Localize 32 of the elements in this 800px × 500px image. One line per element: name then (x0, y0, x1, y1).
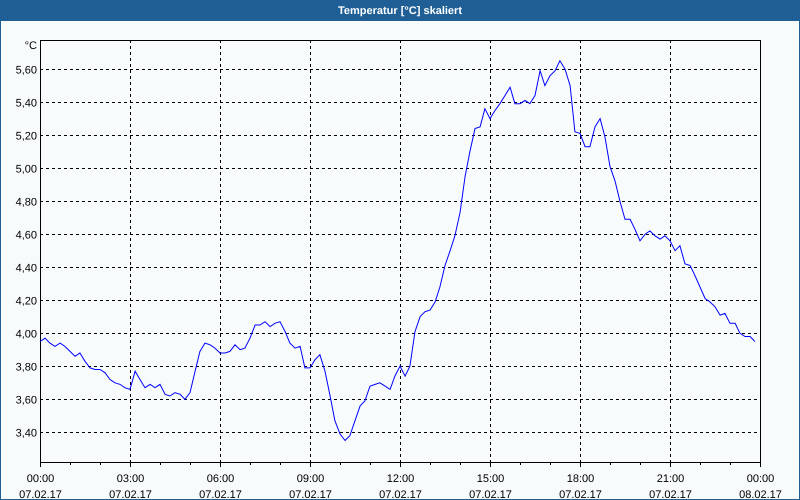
y-tick-label: 4,00 (16, 328, 37, 340)
x-date-label: 07.02.17 (379, 489, 422, 499)
x-tick-label: 09:00 (296, 473, 324, 485)
window-title: Temperatur [°C] skaliert (1, 1, 799, 21)
y-tick-label: 3,80 (16, 362, 37, 374)
x-date-label: 07.02.17 (469, 489, 512, 499)
y-tick-label: 5,20 (16, 130, 37, 142)
x-tick-label: 18:00 (566, 473, 594, 485)
y-axis-unit: °C (24, 40, 37, 52)
x-tick-label: 00:00 (26, 473, 54, 485)
x-date-label: 07.02.17 (19, 489, 62, 499)
x-date-label: 08.02.17 (739, 489, 782, 499)
x-date-label: 07.02.17 (199, 489, 242, 499)
x-date-label: 07.02.17 (109, 489, 152, 499)
y-tick-label: 4,40 (16, 262, 37, 274)
x-tick-label: 06:00 (206, 473, 234, 485)
y-tick-label: 4,20 (16, 296, 37, 308)
x-tick-label: 00:00 (746, 473, 774, 485)
y-tick-label: 5,40 (16, 98, 37, 110)
x-tick-label: 15:00 (476, 473, 504, 485)
y-tick-label: 3,60 (16, 394, 37, 406)
y-tick-label: 5,60 (16, 64, 37, 76)
y-tick-label: 4,80 (16, 196, 37, 208)
y-tick-label: 4,60 (16, 230, 37, 242)
x-date-label: 07.02.17 (649, 489, 692, 499)
x-tick-label: 12:00 (386, 473, 414, 485)
x-tick-label: 03:00 (116, 473, 144, 485)
y-tick-label: 3,40 (16, 428, 37, 440)
x-date-label: 07.02.17 (289, 489, 332, 499)
x-tick-label: 21:00 (656, 473, 684, 485)
y-tick-label: 5,00 (16, 164, 37, 176)
x-date-label: 07.02.17 (559, 489, 602, 499)
